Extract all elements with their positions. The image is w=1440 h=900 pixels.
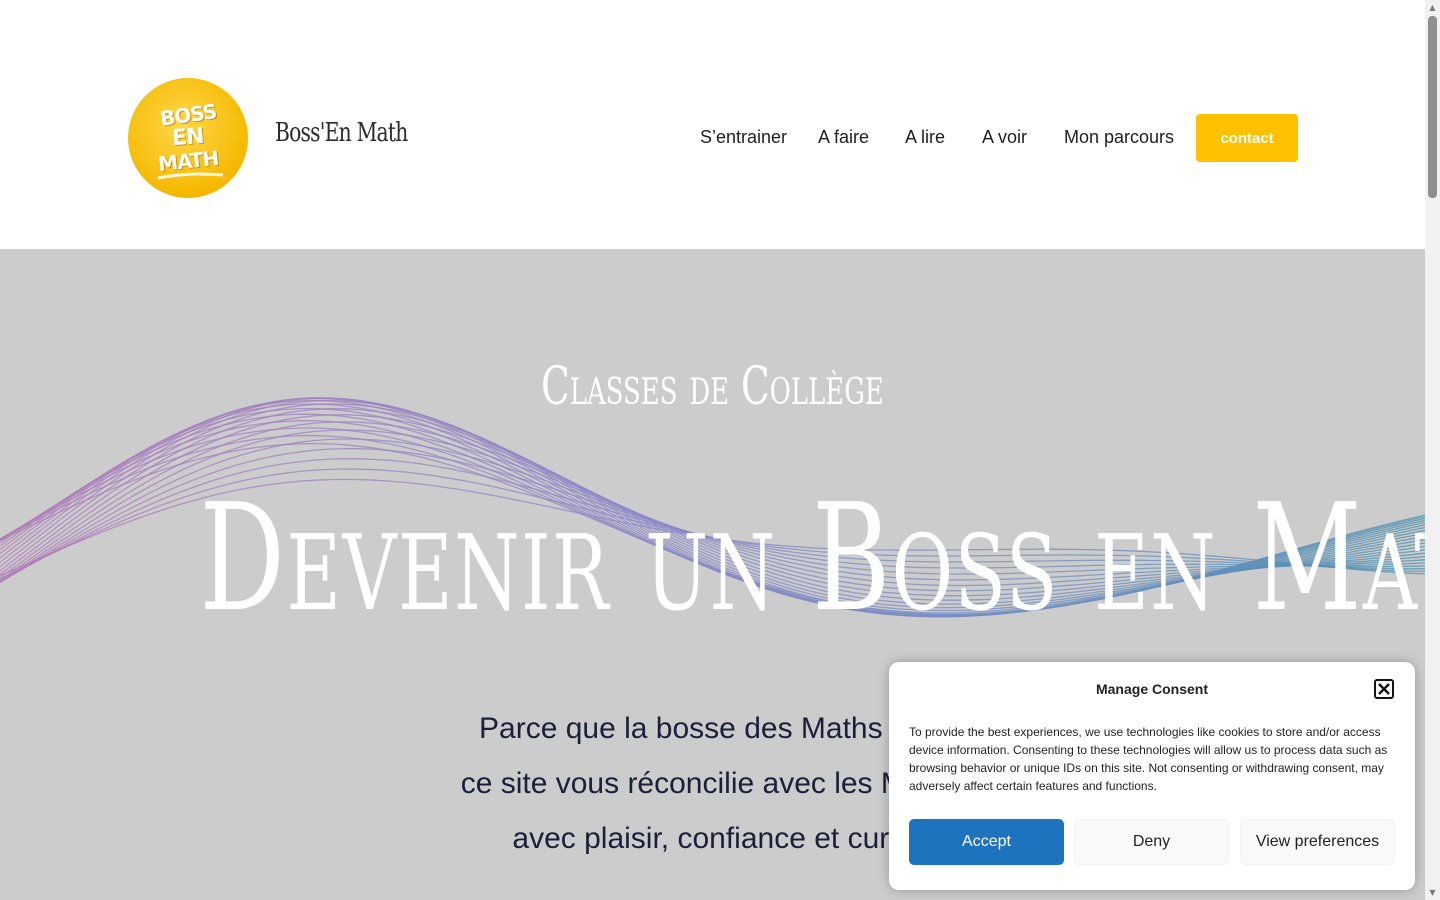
nav-item-a-lire[interactable]: A lire — [905, 127, 945, 148]
site-header: BOSS EN MATH Boss'En Math S’entrainer A … — [0, 0, 1425, 249]
vertical-scrollbar[interactable]: ▲ ▼ — [1425, 0, 1440, 900]
logo-wordmark: BOSS EN MATH — [128, 78, 248, 198]
contact-button[interactable]: contact — [1196, 114, 1298, 162]
logo-line: MATH — [156, 145, 220, 177]
scroll-up-icon[interactable]: ▲ — [1425, 0, 1440, 15]
nav-item-sentrainer[interactable]: S’entrainer — [700, 127, 787, 148]
accept-button[interactable]: Accept — [909, 819, 1064, 865]
scrollbar-thumb[interactable] — [1428, 16, 1437, 198]
site-title[interactable]: Boss'En Math — [275, 118, 408, 148]
hero-title: Devenir un Boss en Math — [199, 472, 1426, 644]
logo-line: EN — [171, 123, 205, 152]
consent-body: To provide the best experiences, we use … — [909, 725, 1388, 793]
nav-item-a-voir[interactable]: A voir — [982, 127, 1027, 148]
consent-dialog: Manage Consent To provide the best exper… — [889, 662, 1415, 890]
close-icon[interactable] — [1374, 679, 1394, 699]
site-logo[interactable]: BOSS EN MATH — [128, 78, 248, 198]
nav-item-mon-parcours[interactable]: Mon parcours — [1064, 127, 1174, 148]
scroll-down-icon[interactable]: ▼ — [1425, 885, 1440, 900]
nav-item-a-faire[interactable]: A faire — [818, 127, 869, 148]
view-preferences-button[interactable]: View preferences — [1240, 819, 1395, 865]
consent-title: Manage Consent — [1095, 681, 1208, 697]
hero-subtitle: Classes de Collège — [541, 357, 884, 417]
deny-button[interactable]: Deny — [1074, 819, 1229, 865]
